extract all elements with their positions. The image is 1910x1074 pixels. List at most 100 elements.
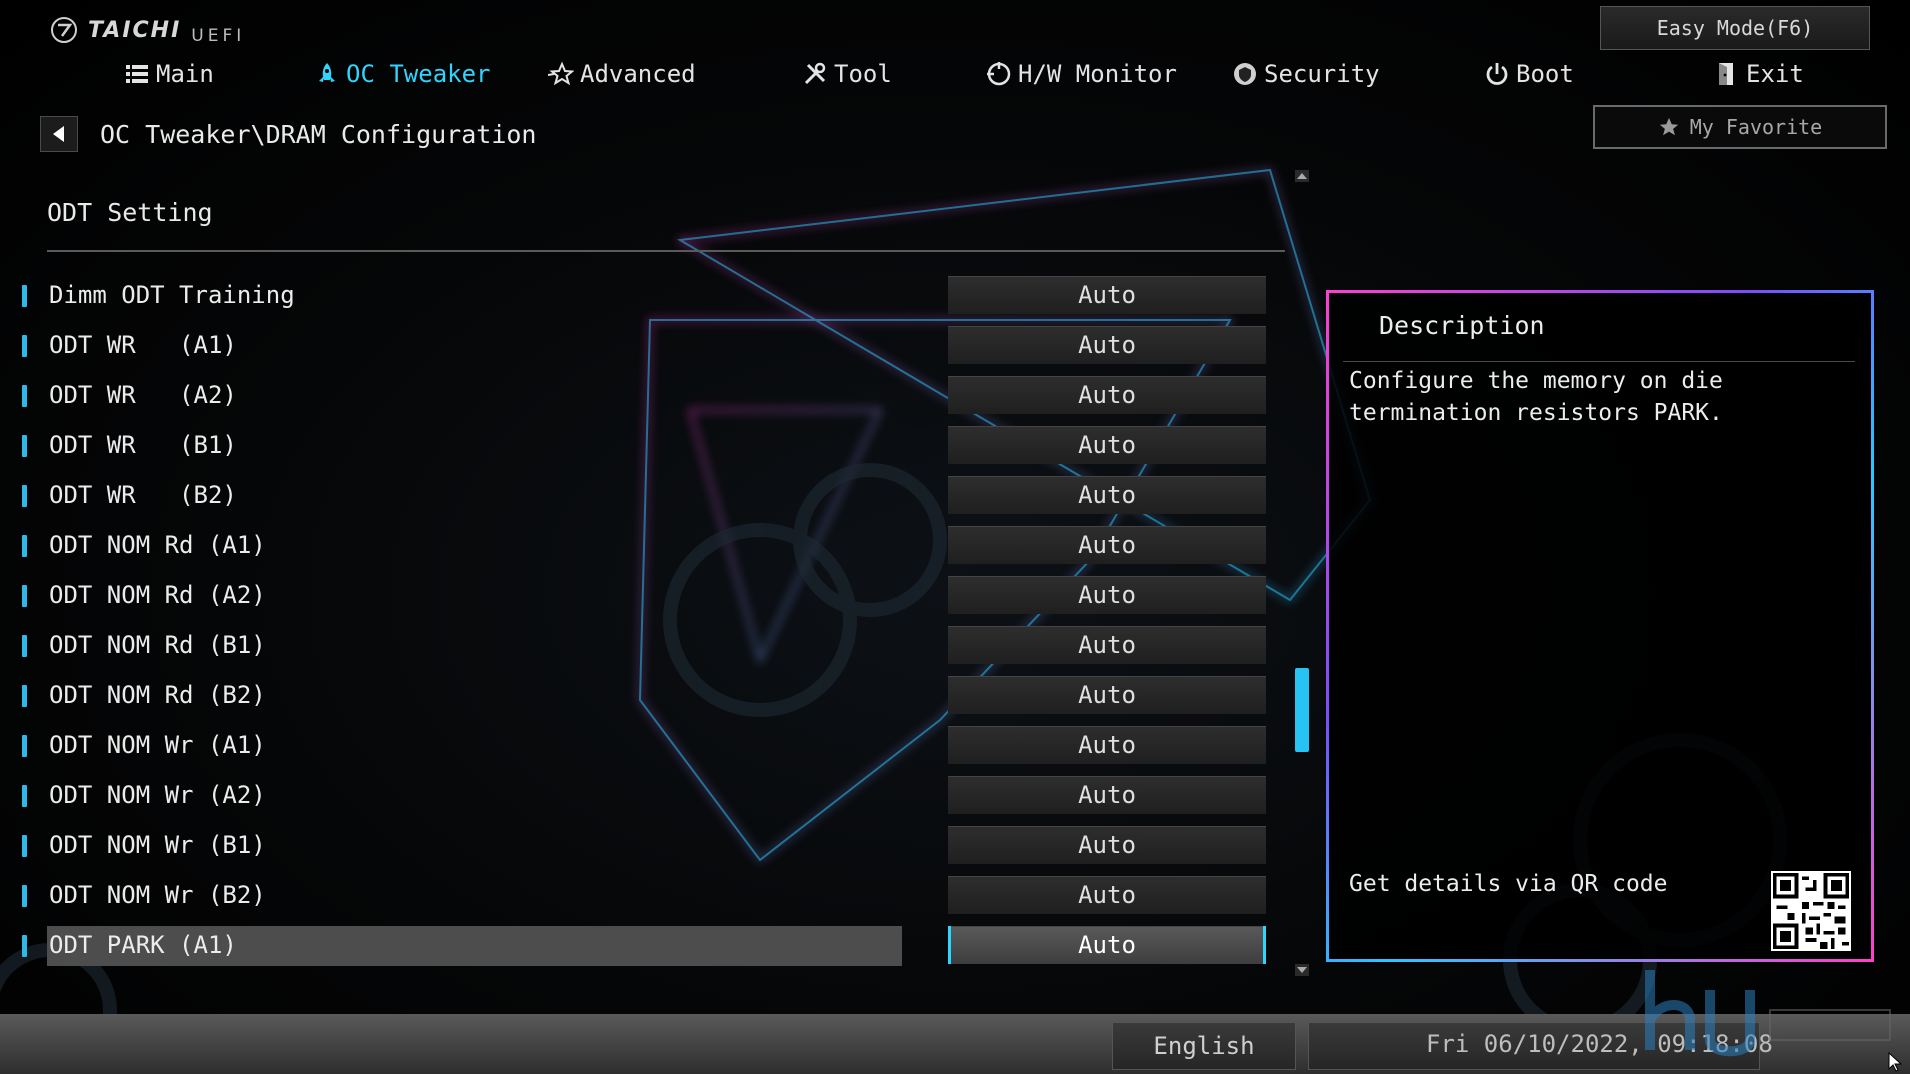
setting-value-button[interactable]: Auto xyxy=(948,626,1266,664)
row-marker xyxy=(22,735,27,757)
easy-mode-button[interactable]: Easy Mode(F6) xyxy=(1600,6,1870,50)
tab-boot-label: Boot xyxy=(1516,60,1574,88)
brand-name: TAICHI xyxy=(88,17,182,43)
setting-row-odt-park-a1[interactable]: ODT PARK (A1) Auto xyxy=(0,926,1290,966)
setting-row-odt-nom-rd-a2[interactable]: ODT NOM Rd (A2) Auto xyxy=(0,576,1290,616)
tab-oc-tweaker-label: OC Tweaker xyxy=(346,60,491,88)
brand-logo: TAICHI UEFI xyxy=(50,14,245,46)
tab-boot[interactable]: Boot xyxy=(1484,56,1574,92)
tab-main[interactable]: Main xyxy=(124,56,214,92)
setting-value-button[interactable]: Auto xyxy=(948,726,1266,764)
setting-row-odt-nom-wr-a2[interactable]: ODT NOM Wr (A2) Auto xyxy=(0,776,1290,816)
setting-value-button[interactable]: Auto xyxy=(948,326,1266,364)
description-text: Configure the memory on die termination … xyxy=(1349,368,1723,426)
setting-row-odt-nom-rd-a1[interactable]: ODT NOM Rd (A1) Auto xyxy=(0,526,1290,566)
main-tab-bar: Main OC Tweaker Advanced Tool H/W Monito… xyxy=(0,56,1910,92)
tab-exit[interactable]: Exit xyxy=(1714,56,1804,92)
row-marker xyxy=(22,835,27,857)
breadcrumb: OC Tweaker\DRAM Configuration xyxy=(100,119,537,149)
setting-label: ODT PARK (A1) xyxy=(49,931,237,959)
tab-hw-monitor-label: H/W Monitor xyxy=(1018,60,1177,88)
setting-row-odt-wr-b1[interactable]: ODT WR (B1) Auto xyxy=(0,426,1290,466)
scroll-down-arrow-icon[interactable] xyxy=(1295,964,1309,976)
shield-icon xyxy=(1234,63,1256,85)
bios-screen: TAICHI UEFI Easy Mode(F6) My Favorite Ma… xyxy=(0,0,1910,1074)
row-marker xyxy=(22,435,27,457)
row-marker xyxy=(22,535,27,557)
tab-security[interactable]: Security xyxy=(1232,56,1380,92)
section-divider xyxy=(47,250,1285,252)
row-marker xyxy=(22,885,27,907)
setting-value-button[interactable]: Auto xyxy=(948,926,1266,964)
monitor-icon xyxy=(987,62,1011,86)
my-favorite-button[interactable]: My Favorite xyxy=(1593,105,1887,149)
tab-tool[interactable]: Tool xyxy=(802,56,892,92)
back-button[interactable] xyxy=(40,116,78,152)
setting-value-button[interactable]: Auto xyxy=(948,826,1266,864)
setting-row-odt-nom-wr-b2[interactable]: ODT NOM Wr (B2) Auto xyxy=(0,876,1290,916)
row-marker xyxy=(22,785,27,807)
row-marker xyxy=(22,685,27,707)
my-favorite-label: My Favorite xyxy=(1689,115,1823,139)
back-arrow-icon xyxy=(53,126,64,142)
setting-label: Dimm ODT Training xyxy=(49,281,295,309)
row-marker xyxy=(22,635,27,657)
setting-label: ODT NOM Rd (A2) xyxy=(49,581,266,609)
setting-value-button[interactable]: Auto xyxy=(948,426,1266,464)
tab-hw-monitor[interactable]: H/W Monitor xyxy=(986,56,1177,92)
qr-code-icon xyxy=(1771,871,1851,951)
tools-icon xyxy=(804,62,826,85)
setting-label: ODT NOM Rd (B2) xyxy=(49,681,266,709)
star-icon xyxy=(1659,117,1678,136)
setting-row-odt-wr-a2[interactable]: ODT WR (A2) Auto xyxy=(0,376,1290,416)
setting-label: ODT NOM Wr (A1) xyxy=(49,731,266,759)
setting-value-button[interactable]: Auto xyxy=(948,576,1266,614)
setting-value-button[interactable]: Auto xyxy=(948,276,1266,314)
qr-code-label: Get details via QR code xyxy=(1349,871,1668,897)
setting-label: ODT WR (A1) xyxy=(49,331,237,359)
setting-value-button[interactable]: Auto xyxy=(948,776,1266,814)
description-divider xyxy=(1343,361,1855,362)
section-title: ODT Setting xyxy=(47,198,213,227)
language-button[interactable]: English xyxy=(1112,1022,1296,1070)
setting-row-odt-nom-wr-a1[interactable]: ODT NOM Wr (A1) Auto xyxy=(0,726,1290,766)
row-marker xyxy=(22,385,27,407)
tab-advanced-label: Advanced xyxy=(580,60,696,88)
setting-row-odt-nom-wr-b1[interactable]: ODT NOM Wr (B1) Auto xyxy=(0,826,1290,866)
tab-tool-label: Tool xyxy=(834,60,892,88)
description-panel: Description Configure the memory on die … xyxy=(1326,290,1874,962)
row-marker xyxy=(22,585,27,607)
description-title: Description xyxy=(1379,311,1545,340)
setting-row-dimm-odt-training[interactable]: Dimm ODT Training Auto xyxy=(0,276,1290,316)
setting-label: ODT NOM Wr (A2) xyxy=(49,781,266,809)
setting-value-button[interactable]: Auto xyxy=(948,526,1266,564)
setting-row-odt-nom-rd-b1[interactable]: ODT NOM Rd (B1) Auto xyxy=(0,626,1290,666)
setting-value-button[interactable]: Auto xyxy=(948,876,1266,914)
breadcrumb-bar: OC Tweaker\DRAM Configuration xyxy=(40,116,537,152)
setting-label: ODT NOM Rd (A1) xyxy=(49,531,266,559)
setting-label: ODT NOM Rd (B1) xyxy=(49,631,266,659)
settings-scrollbar[interactable] xyxy=(1295,170,1309,978)
setting-value-button[interactable]: Auto xyxy=(948,476,1266,514)
exit-icon xyxy=(1719,63,1733,85)
row-marker xyxy=(22,285,27,307)
setting-row-odt-wr-b2[interactable]: ODT WR (B2) Auto xyxy=(0,476,1290,516)
power-icon xyxy=(1486,63,1508,85)
scroll-up-arrow-icon[interactable] xyxy=(1295,170,1309,182)
scroll-thumb[interactable] xyxy=(1295,668,1309,752)
setting-label: ODT WR (B1) xyxy=(49,431,237,459)
setting-value-button[interactable]: Auto xyxy=(948,376,1266,414)
tab-oc-tweaker[interactable]: OC Tweaker xyxy=(314,56,491,92)
setting-label: ODT NOM Wr (B2) xyxy=(49,881,266,909)
setting-row-odt-wr-a1[interactable]: ODT WR (A1) Auto xyxy=(0,326,1290,366)
tab-advanced[interactable]: Advanced xyxy=(548,56,696,92)
tab-exit-label: Exit xyxy=(1746,60,1804,88)
row-marker xyxy=(22,935,27,957)
taichi-logo-icon xyxy=(51,17,77,43)
setting-value-button[interactable]: Auto xyxy=(948,676,1266,714)
setting-label: ODT NOM Wr (B1) xyxy=(49,831,266,859)
star-icon xyxy=(548,61,574,86)
row-marker xyxy=(22,485,27,507)
setting-row-odt-nom-rd-b2[interactable]: ODT NOM Rd (B2) Auto xyxy=(0,676,1290,716)
setting-label: ODT WR (A2) xyxy=(49,381,237,409)
